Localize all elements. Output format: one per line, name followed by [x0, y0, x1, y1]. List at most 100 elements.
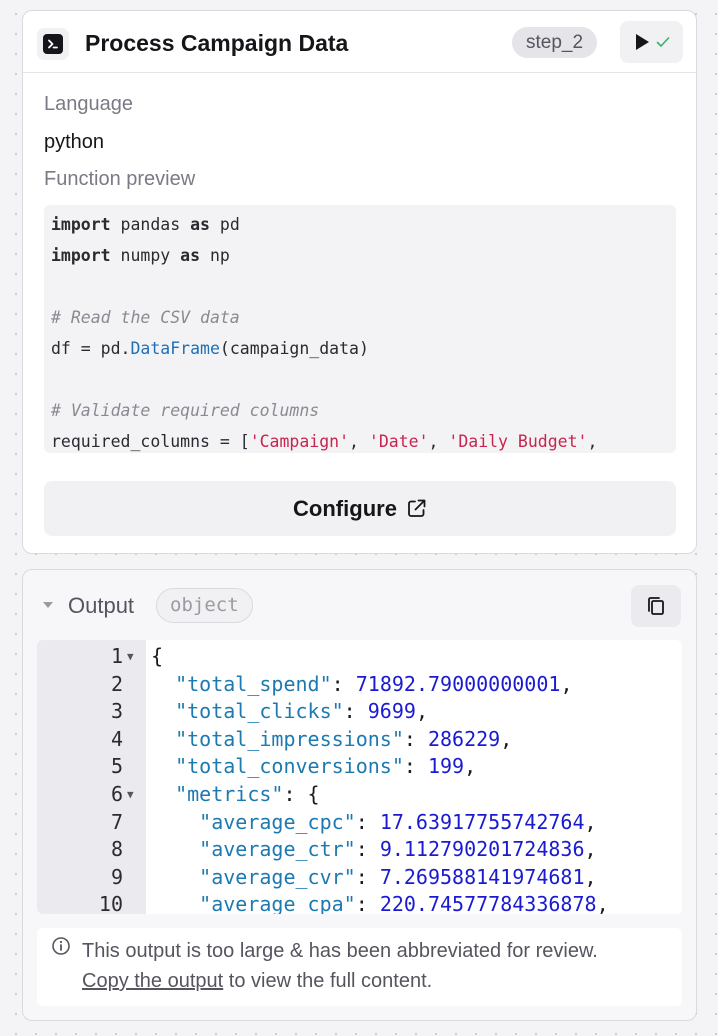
code-token: as — [180, 246, 201, 265]
json-token: , — [500, 726, 513, 751]
json-token: 17.63917755742764 — [379, 809, 585, 834]
code-token: 'Campaign' — [249, 432, 350, 451]
json-token: : — [403, 726, 428, 751]
json-line: 1 ▼ { — [37, 643, 682, 671]
line-number: 10 — [98, 892, 123, 914]
json-token: "total_clicks" — [175, 699, 344, 724]
json-token: 9.112790201724836 — [379, 837, 585, 862]
json-text: "total_spend": 71892.79000000001, — [151, 671, 572, 699]
code-token: df = pd. — [51, 339, 131, 358]
json-token: , — [584, 864, 597, 889]
json-token: "total_spend" — [175, 671, 332, 696]
json-token: 199 — [427, 754, 465, 779]
json-token: : — [355, 837, 380, 862]
json-line: 3 "total_clicks": 9699, — [37, 698, 682, 726]
json-text: "total_conversions": 199, — [151, 753, 476, 781]
output-type-badge: object — [156, 588, 253, 623]
code-token: pd — [209, 215, 240, 234]
info-icon — [52, 937, 70, 955]
json-token: 9699 — [367, 699, 416, 724]
code-token: pandas — [110, 215, 191, 234]
language-label: Language — [44, 93, 133, 115]
code-token: as — [190, 215, 210, 234]
copy-output-button[interactable] — [631, 585, 681, 627]
json-text: "average_ctr": 9.112790201724836, — [151, 836, 597, 864]
json-text: "metrics": { — [151, 781, 320, 809]
json-line: 4 "total_impressions": 286229, — [37, 726, 682, 754]
code-token: numpy — [110, 246, 181, 265]
copy-icon — [648, 597, 664, 615]
step-title: Process Campaign Data — [85, 30, 349, 56]
line-number: 8 — [110, 837, 123, 862]
json-text: { — [151, 643, 163, 671]
code-line: # Read the CSV data — [51, 302, 669, 333]
caret-down-icon[interactable] — [42, 601, 54, 609]
code-token: , — [587, 432, 598, 451]
json-text: "average_cpa": 220.74577784336878, — [151, 891, 609, 914]
json-token: : — [403, 754, 428, 779]
json-token: 286229 — [427, 726, 501, 751]
json-line: 9 "average_cvr": 7.269588141974681, — [37, 864, 682, 892]
line-number: 9 — [110, 864, 123, 889]
json-token: , — [560, 671, 573, 696]
copy-output-link[interactable]: Copy the output — [82, 970, 223, 992]
json-token: , — [464, 754, 477, 779]
step-card-header: Process Campaign Data step_2 — [23, 11, 696, 73]
json-token: , — [584, 809, 597, 834]
json-line: 10 "average_cpa": 220.74577784336878, — [37, 891, 682, 914]
json-line: 6 ▼ "metrics": { — [37, 781, 682, 809]
code-token: np — [200, 246, 230, 265]
run-step-button[interactable] — [620, 21, 683, 63]
notice-suffix: to view the full content. — [223, 970, 433, 992]
json-token: "total_impressions" — [175, 726, 404, 751]
code-token: (campaign_data) — [219, 339, 369, 358]
output-label: Output — [68, 593, 135, 618]
configure-button[interactable]: Configure — [44, 481, 676, 536]
json-token: , — [596, 892, 609, 914]
play-icon — [635, 34, 649, 50]
json-token: 71892.79000000001 — [355, 671, 561, 696]
configure-label: Configure — [293, 495, 397, 521]
step-id-badge: step_2 — [512, 27, 598, 58]
json-token: "average_ctr" — [199, 837, 356, 862]
json-token: , — [415, 699, 428, 724]
json-token: , — [584, 837, 597, 862]
json-token: "average_cpc" — [199, 809, 356, 834]
fold-toggle-icon[interactable]: ▼ — [127, 643, 134, 671]
code-token: # Read the CSV data — [51, 308, 240, 327]
line-number: 7 — [110, 809, 123, 834]
code-token: 'Daily Budget' — [448, 432, 588, 451]
output-json-viewer[interactable]: 1 ▼{2 "total_spend": 71892.79000000001, 3 … — [37, 640, 682, 914]
code-token: import — [51, 246, 111, 265]
json-line: 7 "average_cpc": 17.63917755742764, — [37, 809, 682, 837]
check-icon — [656, 37, 669, 47]
function-preview-label: Function preview — [44, 168, 196, 190]
code-line: import pandas as pd — [51, 209, 669, 240]
json-text: "average_cpc": 17.63917755742764, — [151, 809, 597, 837]
json-token: : — [331, 671, 356, 696]
code-token: DataFrame — [130, 339, 220, 358]
json-line: 5 "total_conversions": 199, — [37, 753, 682, 781]
code-token: , — [428, 432, 449, 451]
json-token: "average_cpa" — [199, 892, 356, 914]
fold-toggle-icon[interactable]: ▼ — [127, 781, 134, 809]
json-token: : { — [283, 782, 320, 806]
json-token: 7.269588141974681 — [379, 864, 585, 889]
code-token: , — [349, 432, 369, 451]
abbreviated-output-notice: This output is too large & has been abbr… — [37, 928, 682, 1006]
notice-text: This output is too large & has been abbr… — [82, 940, 598, 962]
json-line: 8 "average_ctr": 9.112790201724836, — [37, 836, 682, 864]
code-line: # Validate required columns — [51, 395, 669, 426]
line-number: 3 — [110, 699, 123, 724]
line-number: 6 — [110, 782, 123, 806]
json-text: "total_impressions": 286229, — [151, 726, 512, 754]
json-token: : — [355, 892, 380, 914]
